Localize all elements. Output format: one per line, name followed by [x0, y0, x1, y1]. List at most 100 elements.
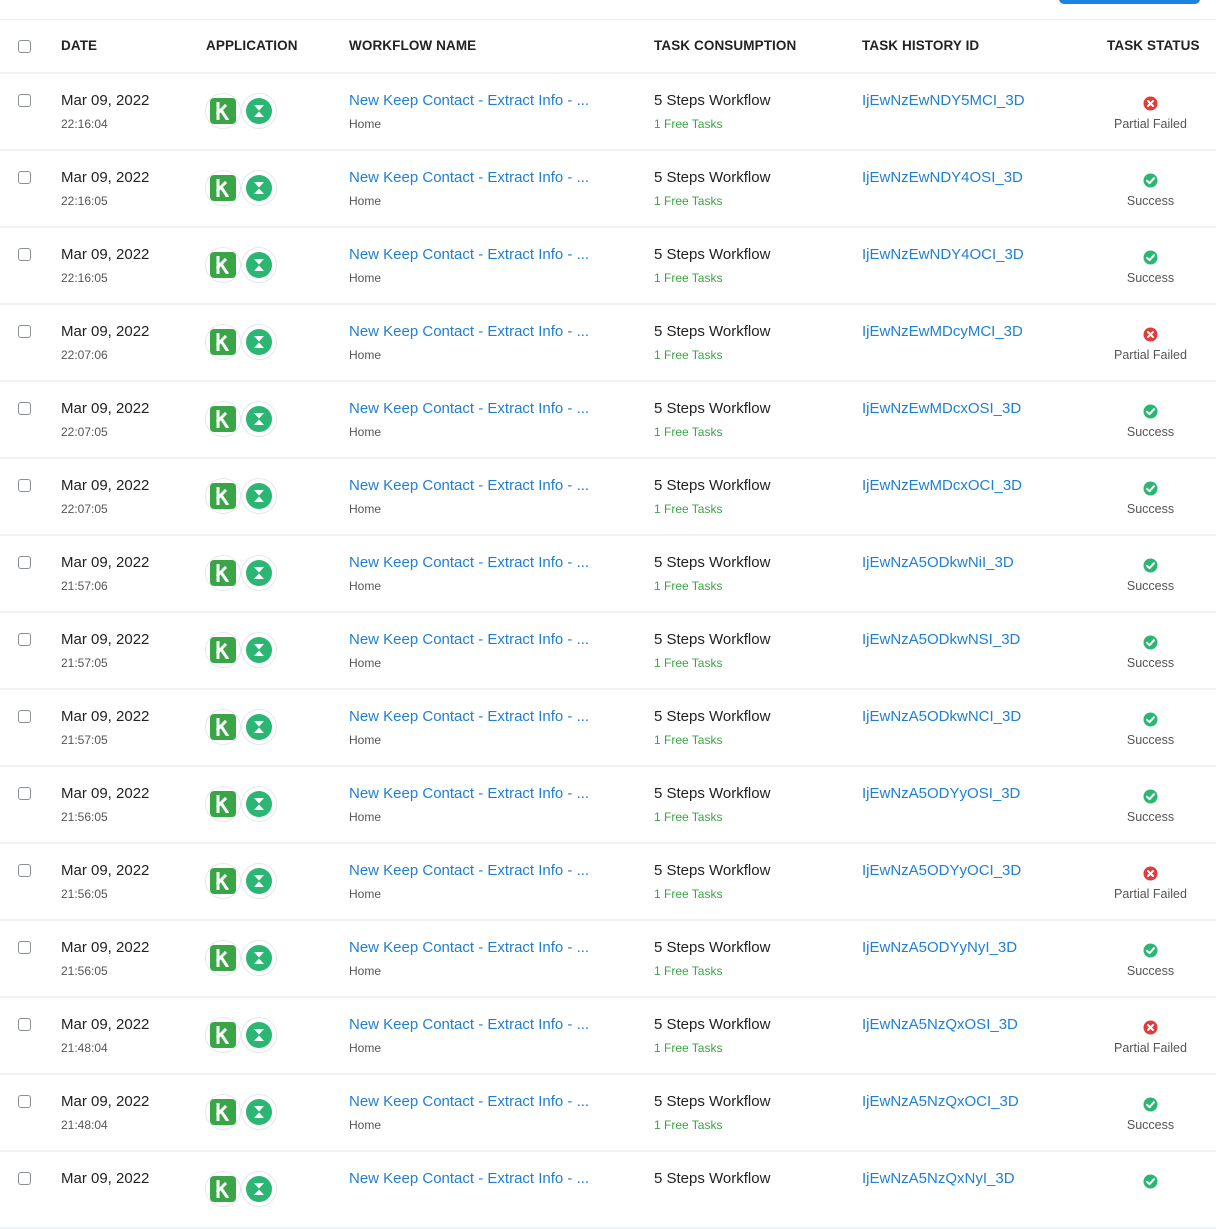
workflow-name-link[interactable]: New Keep Contact - Extract Info - ... [349, 785, 589, 802]
k-app-icon [205, 170, 241, 206]
row-application-icons [205, 170, 279, 208]
column-header-task-history-id[interactable]: TASK HISTORY ID [862, 38, 979, 53]
workflow-folder: Home [349, 348, 382, 362]
task-history-id-link[interactable]: IjEwNzA5ODYyOSI_3D [862, 785, 1020, 802]
hourglass-app-icon [241, 170, 277, 206]
check-circle-icon [1143, 558, 1158, 573]
column-header-task-status[interactable]: TASK STATUS [1107, 38, 1200, 53]
row-time: 21:57:05 [61, 656, 108, 670]
table-row[interactable]: Mar 09, 2022 21:48:04 New Keep Contact -… [0, 1075, 1216, 1152]
task-history-id-link[interactable]: IjEwNzA5ODYyNyI_3D [862, 939, 1017, 956]
error-icon [1143, 866, 1158, 881]
workflow-name-link[interactable]: New Keep Contact - Extract Info - ... [349, 1016, 589, 1033]
check-circle-icon [1143, 635, 1158, 650]
column-header-application[interactable]: APPLICATION [206, 38, 298, 53]
row-date: Mar 09, 2022 [61, 708, 150, 725]
task-history-id-link[interactable]: IjEwNzA5ODkwNiI_3D [862, 554, 1014, 571]
row-date: Mar 09, 2022 [61, 1170, 150, 1187]
task-history-id-link[interactable]: IjEwNzEwNDY4OCI_3D [862, 246, 1024, 263]
table-row[interactable]: Mar 09, 2022 21:57:05 New Keep Contact -… [0, 613, 1216, 690]
row-application-icons [205, 1094, 279, 1132]
task-status-label: Partial Failed [1114, 1041, 1187, 1055]
row-checkbox[interactable] [18, 710, 31, 723]
table-row[interactable]: Mar 09, 2022 22:16:05 New Keep Contact -… [0, 228, 1216, 305]
task-history-id-link[interactable]: IjEwNzEwNDY4OSI_3D [862, 169, 1023, 186]
row-checkbox[interactable] [18, 1095, 31, 1108]
table-row[interactable]: Mar 09, 2022 21:57:05 New Keep Contact -… [0, 690, 1216, 767]
workflow-name-link[interactable]: New Keep Contact - Extract Info - ... [349, 323, 589, 340]
table-row[interactable]: Mar 09, 2022 22:07:06 New Keep Contact -… [0, 305, 1216, 382]
task-history-id-link[interactable]: IjEwNzA5ODYyOCI_3D [862, 862, 1021, 879]
workflow-folder: Home [349, 117, 382, 131]
workflow-name-link[interactable]: New Keep Contact - Extract Info - ... [349, 554, 589, 571]
task-history-id-link[interactable]: IjEwNzA5NzQxOSI_3D [862, 1016, 1018, 1033]
error-icon [1143, 96, 1158, 111]
row-checkbox[interactable] [18, 325, 31, 338]
task-history-id-link[interactable]: IjEwNzA5NzQxOCI_3D [862, 1093, 1019, 1110]
row-checkbox[interactable] [18, 787, 31, 800]
primary-action-button[interactable] [1059, 0, 1200, 4]
k-app-icon [205, 401, 241, 437]
workflow-name-link[interactable]: New Keep Contact - Extract Info - ... [349, 400, 589, 417]
workflow-folder: Home [349, 1041, 382, 1055]
row-checkbox[interactable] [18, 556, 31, 569]
table-row[interactable]: Mar 09, 2022 21:56:05 New Keep Contact -… [0, 767, 1216, 844]
row-checkbox[interactable] [18, 248, 31, 261]
row-date: Mar 09, 2022 [61, 554, 150, 571]
row-checkbox[interactable] [18, 94, 31, 107]
workflow-name-link[interactable]: New Keep Contact - Extract Info - ... [349, 92, 589, 109]
workflow-name-link[interactable]: New Keep Contact - Extract Info - ... [349, 1170, 589, 1187]
task-history-id-link[interactable]: IjEwNzEwMDcxOSI_3D [862, 400, 1021, 417]
workflow-name-link[interactable]: New Keep Contact - Extract Info - ... [349, 939, 589, 956]
table-row[interactable]: Mar 09, 2022 22:07:05 New Keep Contact -… [0, 459, 1216, 536]
row-checkbox[interactable] [18, 633, 31, 646]
task-history-id-link[interactable]: IjEwNzEwMDcxOCI_3D [862, 477, 1022, 494]
workflow-name-link[interactable]: New Keep Contact - Extract Info - ... [349, 1093, 589, 1110]
row-checkbox[interactable] [18, 1172, 31, 1185]
select-all-checkbox[interactable] [18, 40, 31, 53]
task-history-id-link[interactable]: IjEwNzEwMDcyMCI_3D [862, 323, 1023, 340]
task-history-id-link[interactable]: IjEwNzA5NzQxNyI_3D [862, 1170, 1015, 1187]
column-header-date[interactable]: DATE [61, 38, 97, 53]
column-header-workflow-name[interactable]: WORKFLOW NAME [349, 38, 476, 53]
table-row[interactable]: Mar 09, 2022 22:07:05 New Keep Contact -… [0, 382, 1216, 459]
table-row[interactable]: Mar 09, 2022 21:48:04 New Keep Contact -… [0, 998, 1216, 1075]
table-row[interactable]: Mar 09, 2022 21:56:05 New Keep Contact -… [0, 844, 1216, 921]
hourglass-app-icon [241, 1094, 277, 1130]
row-checkbox[interactable] [18, 402, 31, 415]
task-consumption: 5 Steps Workflow [654, 708, 771, 725]
workflow-name-link[interactable]: New Keep Contact - Extract Info - ... [349, 862, 589, 879]
row-date: Mar 09, 2022 [61, 785, 150, 802]
task-consumption: 5 Steps Workflow [654, 92, 771, 109]
row-checkbox[interactable] [18, 941, 31, 954]
task-history-id-link[interactable]: IjEwNzEwNDY5MCI_3D [862, 92, 1025, 109]
table-row[interactable]: Mar 09, 2022 22:16:05 New Keep Contact -… [0, 151, 1216, 228]
row-checkbox[interactable] [18, 864, 31, 877]
task-status: Success [1100, 712, 1201, 752]
task-status-label: Partial Failed [1114, 887, 1187, 901]
workflow-name-link[interactable]: New Keep Contact - Extract Info - ... [349, 477, 589, 494]
free-tasks: 1 Free Tasks [654, 502, 723, 516]
table-row[interactable]: Mar 09, 2022 22:16:04 New Keep Contact -… [0, 74, 1216, 151]
workflow-name-link[interactable]: New Keep Contact - Extract Info - ... [349, 708, 589, 725]
task-history-id-link[interactable]: IjEwNzA5ODkwNSI_3D [862, 631, 1020, 648]
task-status-label: Success [1126, 271, 1175, 285]
column-header-task-consumption[interactable]: TASK CONSUMPTION [654, 38, 796, 53]
hourglass-app-icon [241, 401, 277, 437]
check-circle-icon [1143, 481, 1158, 496]
task-consumption: 5 Steps Workflow [654, 246, 771, 263]
table-row[interactable]: Mar 09, 2022 21:57:06 New Keep Contact -… [0, 536, 1216, 613]
row-checkbox[interactable] [18, 1018, 31, 1031]
workflow-name-link[interactable]: New Keep Contact - Extract Info - ... [349, 169, 589, 186]
k-app-icon [205, 709, 241, 745]
table-row[interactable]: Mar 09, 2022 21:56:05 New Keep Contact -… [0, 921, 1216, 998]
task-history-id-link[interactable]: IjEwNzA5ODkwNCI_3D [862, 708, 1021, 725]
task-status: Partial Failed [1100, 866, 1201, 906]
workflow-name-link[interactable]: New Keep Contact - Extract Info - ... [349, 246, 589, 263]
row-checkbox[interactable] [18, 171, 31, 184]
row-checkbox[interactable] [18, 479, 31, 492]
task-consumption: 5 Steps Workflow [654, 1170, 771, 1187]
table-row[interactable]: Mar 09, 2022 New Keep Contact - Extract … [0, 1152, 1216, 1229]
workflow-name-link[interactable]: New Keep Contact - Extract Info - ... [349, 631, 589, 648]
task-status: Success [1100, 789, 1201, 829]
